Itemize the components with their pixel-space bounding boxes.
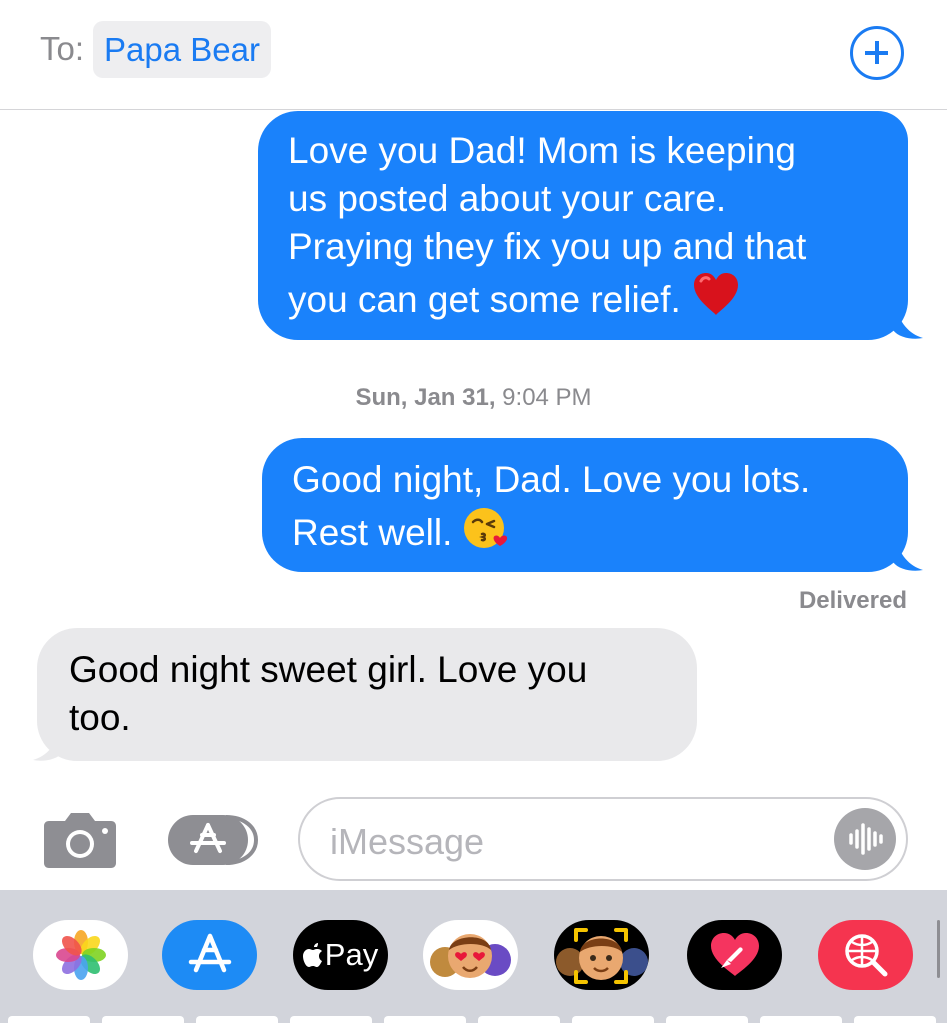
memoji-stickers-icon	[430, 934, 511, 978]
memoji-stickers-app-button[interactable]	[423, 920, 518, 990]
message-line: too.	[69, 697, 131, 738]
bubble-tail	[893, 540, 923, 571]
apple-pay-label: Pay	[324, 937, 379, 972]
keyboard-key	[666, 1016, 748, 1023]
apple-pay-app-button[interactable]: Pay	[293, 920, 388, 990]
keyboard-key	[290, 1016, 372, 1023]
recipient-chip[interactable]: Papa Bear	[93, 21, 271, 78]
drawer-scroll-indicator	[937, 920, 940, 978]
incoming-message-bubble[interactable]: Good night sweet girl. Love you too.	[37, 628, 697, 761]
message-line: Rest well.	[292, 512, 453, 553]
message-line: Praying they fix you up and that	[288, 226, 807, 267]
app-store-icon	[168, 815, 259, 865]
add-recipient-button[interactable]	[850, 26, 904, 80]
camera-button[interactable]	[43, 811, 117, 868]
message-line: Good night sweet girl. Love you	[69, 649, 588, 690]
apps-button[interactable]	[166, 813, 260, 867]
apple-logo-icon	[302, 943, 322, 967]
message-line: Love you Dad! Mom is keeping	[288, 130, 796, 171]
waveform-icon	[849, 823, 883, 855]
app-store-app-button[interactable]	[162, 920, 257, 990]
timestamp-day: Sun, Jan 31,	[355, 384, 496, 411]
keyboard-key	[572, 1016, 654, 1023]
keyboard-key	[196, 1016, 278, 1023]
photos-app-button[interactable]	[33, 920, 128, 990]
app-store-icon	[188, 933, 231, 973]
digital-touch-app-button[interactable]	[687, 920, 782, 990]
delivery-status: Delivered	[798, 587, 907, 614]
timestamp-time: 9:04 PM	[502, 384, 592, 411]
message-input-placeholder: iMessage	[330, 821, 485, 862]
bubble-tail	[33, 730, 63, 761]
message-line: you can get some relief.	[288, 279, 681, 320]
keyboard-top-edge	[0, 1016, 947, 1023]
to-label: To:	[40, 30, 85, 67]
keyboard-key	[102, 1016, 184, 1023]
camera-icon	[44, 813, 116, 868]
keyboard-key	[854, 1016, 936, 1023]
message-line: us posted about your care.	[288, 178, 727, 219]
keyboard-key	[760, 1016, 842, 1023]
keyboard-key	[8, 1016, 90, 1023]
globe-search-icon	[844, 934, 887, 977]
digital-touch-heart-icon	[710, 933, 759, 976]
app-drawer: Pay	[0, 890, 947, 1023]
audio-message-button[interactable]	[834, 808, 896, 870]
keyboard-key	[478, 1016, 560, 1023]
recipient-name: Papa Bear	[104, 30, 260, 68]
conversation-header: To: Papa Bear	[0, 0, 947, 110]
animoji-app-button[interactable]	[554, 920, 649, 990]
red-heart-emoji	[691, 271, 741, 329]
message-input[interactable]: iMessage	[298, 797, 908, 881]
keyboard-key	[384, 1016, 466, 1023]
images-search-app-button[interactable]	[818, 920, 913, 990]
outgoing-message-bubble[interactable]: Love you Dad! Mom is keeping us posted a…	[258, 111, 908, 340]
outgoing-message-bubble[interactable]: Good night, Dad. Love you lots. Rest wel…	[262, 438, 908, 572]
animoji-icon	[556, 928, 648, 984]
photos-flower-icon	[55, 930, 106, 980]
face-blowing-kiss-emoji	[462, 504, 510, 562]
message-timestamp: Sun, Jan 31, 9:04 PM	[0, 384, 947, 412]
message-line: Good night, Dad. Love you lots.	[292, 459, 811, 500]
bubble-tail	[893, 308, 923, 339]
